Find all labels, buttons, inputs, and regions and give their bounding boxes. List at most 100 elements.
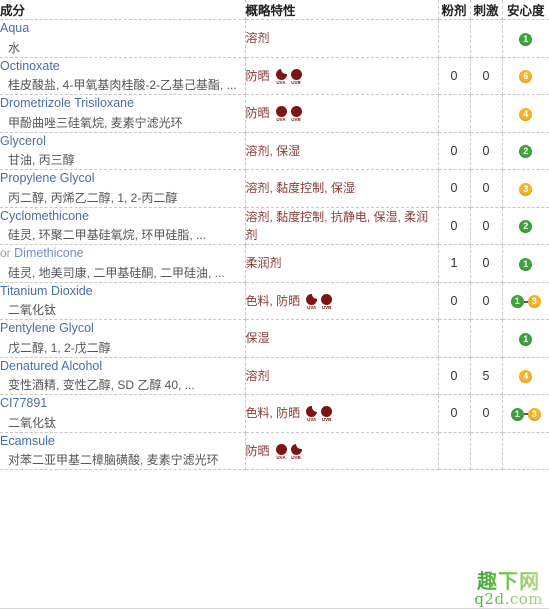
uv-disc-partial (306, 293, 318, 305)
properties-cell: 溶剂 (245, 357, 439, 395)
uv-disc-full (290, 68, 302, 80)
ingredient-name-link[interactable]: Denatured Alcohol (0, 358, 245, 376)
ingredient-name-cn: 甘油, 丙三醇 (8, 153, 75, 167)
ingredient-cell: Propylene Glycol 丙二醇, 丙烯乙二醇, 1, 2-丙二醇 (0, 169, 246, 208)
safety-rating-cell: 2 (502, 132, 549, 170)
uv-label: UVA (276, 79, 286, 85)
safety-rating-cell: 6 (502, 57, 549, 95)
properties-cell: 溶剂, 黏度控制, 保湿 (245, 169, 439, 208)
uv-disc-full (275, 106, 287, 118)
properties-cell: 防晒 UVA UVB (245, 57, 439, 95)
ingredient-name-link[interactable]: Pentylene Glycol (0, 320, 245, 338)
powder-value-cell (438, 19, 471, 58)
properties-cell: 保湿 (245, 319, 439, 358)
uv-label: UVA (276, 454, 286, 460)
irritation-value-cell (470, 19, 503, 58)
safety-rating-cell (502, 432, 549, 470)
uvb-protection-icon: UVB (290, 68, 302, 85)
irritation-value-cell (470, 94, 503, 133)
properties-text: 保湿 (245, 331, 270, 346)
ingredient-name-link[interactable]: Aqua (0, 20, 245, 38)
safety-badge: 6 (519, 70, 533, 84)
irritation-value-cell: 0 (470, 282, 503, 320)
properties-text: 防晒 (245, 106, 270, 121)
uv-disc-full (290, 106, 302, 118)
properties-text: 色料, 防晒 (245, 406, 301, 421)
ingredient-cell: Aqua 水 (0, 19, 246, 58)
ingredient-name-link[interactable]: Octinoxate (0, 58, 245, 76)
powder-value-cell: 0 (438, 357, 471, 395)
uv-disc-partial (290, 443, 302, 455)
watermark-cn-text: 趣下网 (474, 571, 543, 591)
ingredient-cell: Ecamsule 对苯二亚甲基二樟脑磺酸, 麦素宁滤光环 (0, 432, 246, 470)
ingredient-name-link[interactable]: or Dimethicone (0, 245, 245, 263)
table-row: CI77891 二氧化钛 色料, 防晒 UVA UVB 0 0 1 3 (0, 394, 549, 433)
ingredient-name-link[interactable]: Titanium Dioxide (0, 283, 245, 301)
powder-value-cell (438, 432, 471, 470)
properties-text: 溶剂, 黏度控制, 保湿 (245, 181, 355, 196)
uv-label: UVB (291, 117, 301, 123)
uv-label: UVA (307, 304, 317, 310)
ingredient-name-cn: 二氧化钛 (8, 303, 57, 317)
ingredient-name-cn: 硅灵, 地美司康, 二甲基硅酮, 二甲硅油, ... (8, 265, 225, 280)
safety-badge: 2 (519, 145, 533, 159)
table-row: Drometrizole Trisiloxane 甲酚曲唑三硅氧烷, 麦素宁滤光环… (0, 94, 549, 133)
ingredient-name-link[interactable]: Cyclomethicone (0, 208, 245, 226)
uva-protection-icon: UVA (306, 406, 318, 423)
ingredient-name-cn: 丙二醇, 丙烯乙二醇, 1, 2-丙二醇 (8, 190, 178, 205)
header-row: 成分 概略特性 粉剂 刺激 安心度 (0, 0, 549, 20)
safety-badge: 1 (519, 32, 533, 46)
uv-label: UVA (307, 417, 317, 423)
irritation-value-cell: 0 (470, 132, 503, 170)
safety-rating-cell: 4 (502, 94, 549, 133)
safety-rating-cell: 1 (502, 19, 549, 58)
column-header-powder: 粉剂 (438, 0, 471, 20)
table-row: Aqua 水 溶剂 1 (0, 19, 549, 58)
irritation-value-cell (470, 432, 503, 470)
safety-rating-cell: 4 (502, 357, 549, 395)
ingredient-name-link[interactable]: CI77891 (0, 395, 245, 413)
ingredient-cell: Titanium Dioxide 二氧化钛 (0, 282, 246, 320)
ingredient-name-link[interactable]: Propylene Glycol (0, 170, 245, 188)
powder-value-cell: 0 (438, 394, 471, 433)
ingredient-cell: Pentylene Glycol 戊二醇, 1, 2-戊二醇 (0, 319, 246, 358)
properties-text: 溶剂 (245, 31, 270, 46)
column-header-safety: 安心度 (502, 0, 549, 20)
irritation-value-cell: 0 (470, 207, 503, 245)
properties-cell: 色料, 防晒 UVA UVB (245, 282, 439, 320)
properties-cell: 柔润剂 (245, 244, 439, 283)
uva-protection-icon: UVA (306, 293, 318, 310)
properties-cell: 防晒 UVA UVB (245, 432, 439, 470)
table-row: Glycerol 甘油, 丙三醇 溶剂, 保湿 0 0 2 (0, 132, 549, 170)
uva-protection-icon: UVA (275, 443, 287, 460)
irritation-value-cell: 5 (470, 357, 503, 395)
table-row: Pentylene Glycol 戊二醇, 1, 2-戊二醇 保湿 1 (0, 319, 549, 358)
uv-disc-full (321, 293, 333, 305)
ingredient-cell: Glycerol 甘油, 丙三醇 (0, 132, 246, 170)
properties-cell: 溶剂, 黏度控制, 抗静电, 保湿, 柔润剂 (245, 207, 439, 245)
safety-rating-cell: 1 (502, 244, 549, 283)
column-header-properties: 概略特性 (245, 0, 439, 20)
properties-cell: 溶剂 (245, 19, 439, 58)
ingredient-name-link[interactable]: Glycerol (0, 133, 245, 151)
powder-value-cell (438, 94, 471, 133)
safety-badge: 1 (510, 295, 524, 309)
powder-value-cell: 0 (438, 169, 471, 208)
ingredient-name-cn: 甲酚曲唑三硅氧烷, 麦素宁滤光环 (8, 115, 183, 130)
ingredient-name-link[interactable]: Drometrizole Trisiloxane (0, 95, 245, 113)
properties-text: 溶剂 (245, 368, 270, 383)
properties-text: 色料, 防晒 (245, 293, 301, 308)
uv-label: UVB (321, 304, 332, 310)
properties-cell: 色料, 防晒 UVA UVB (245, 394, 439, 433)
uv-disc-partial (306, 406, 318, 418)
ingredient-cell: Drometrizole Trisiloxane 甲酚曲唑三硅氧烷, 麦素宁滤光环 (0, 94, 246, 133)
ingredient-name-link[interactable]: Ecamsule (0, 433, 245, 451)
powder-value-cell (438, 319, 471, 358)
uv-label: UVB (291, 79, 301, 85)
uvb-protection-icon: UVB (290, 106, 302, 123)
uv-disc-partial (275, 68, 287, 80)
watermark-en-text: q2d.com (474, 590, 543, 608)
uvb-protection-icon: UVB (321, 293, 333, 310)
ingredient-cell: or Dimethicone 硅灵, 地美司康, 二甲基硅酮, 二甲硅油, ... (0, 244, 246, 283)
safety-badge: 3 (527, 295, 541, 309)
